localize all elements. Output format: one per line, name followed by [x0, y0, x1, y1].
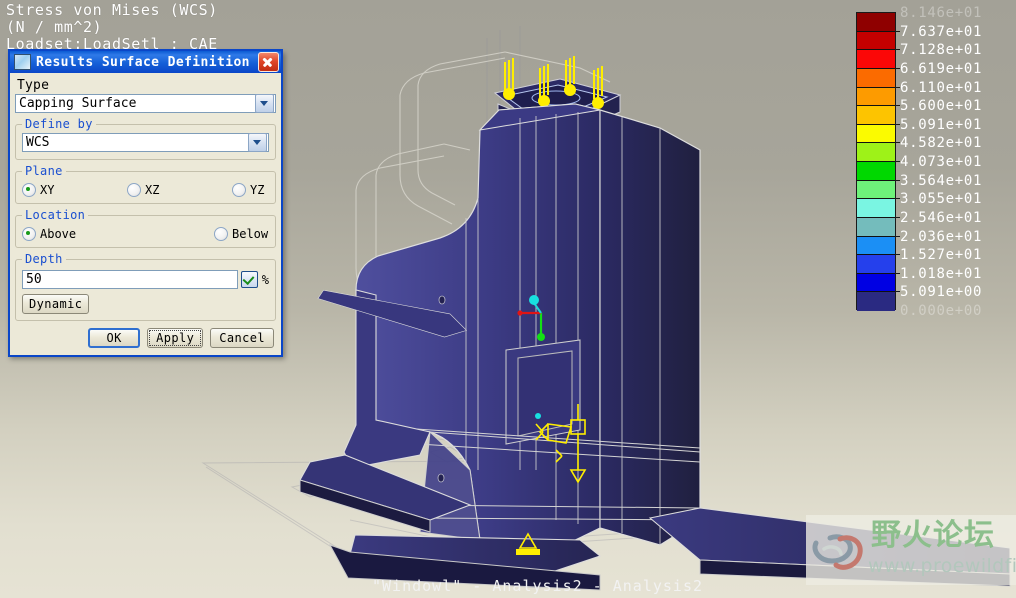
location-label: Location — [25, 208, 86, 222]
location-radio-row: Above Below — [22, 227, 269, 241]
legend-tick — [895, 216, 900, 218]
window-icon — [14, 54, 31, 70]
depth-label: Depth — [25, 252, 63, 266]
results-surface-definition-dialog[interactable]: Results Surface Definition Type Capping … — [8, 49, 283, 357]
legend-band — [857, 68, 895, 88]
legend-tick — [895, 235, 900, 237]
define-by-group: Define by WCS — [15, 117, 276, 160]
dynamic-button[interactable]: Dynamic — [22, 294, 90, 314]
radio-location-below[interactable]: Below — [214, 227, 268, 241]
type-combobox[interactable]: Capping Surface — [15, 94, 276, 113]
depth-group: Depth % Dynamic — [15, 252, 276, 321]
legend-tick — [895, 142, 900, 144]
define-by-value: WCS — [26, 135, 50, 150]
ok-button[interactable]: OK — [88, 328, 141, 348]
dialog-title: Results Surface Definition — [36, 54, 250, 70]
radio-icon — [127, 183, 141, 197]
chevron-down-icon[interactable] — [248, 133, 267, 152]
radio-plane-xz-label: XZ — [145, 183, 160, 197]
radio-plane-xy[interactable]: XY — [22, 183, 127, 197]
radio-plane-yz[interactable]: YZ — [232, 183, 264, 197]
legend-band — [857, 180, 895, 200]
define-by-label: Define by — [25, 117, 93, 131]
radio-icon — [22, 183, 36, 197]
legend-band — [857, 255, 895, 274]
radio-plane-yz-label: YZ — [250, 183, 265, 197]
define-by-combobox[interactable]: WCS — [22, 133, 269, 152]
legend-tick — [895, 49, 900, 51]
proe-results-window: Stress von Mises (WCS) (N / mm^2) Loadse… — [0, 0, 1016, 598]
plane-radio-row: XY XZ YZ — [22, 183, 269, 197]
type-value: Capping Surface — [19, 96, 137, 111]
depth-unit-label: % — [261, 272, 269, 287]
watermark-logo-icon — [812, 534, 863, 570]
close-icon[interactable] — [258, 52, 279, 72]
legend-tick — [895, 179, 900, 181]
legend-tick — [895, 30, 900, 32]
model-probe-point — [535, 413, 541, 419]
legend-band — [857, 162, 895, 181]
radio-location-below-label: Below — [232, 227, 269, 241]
dialog-body: Type Capping Surface Define by WCS Plane… — [10, 73, 281, 355]
legend-tick — [895, 86, 900, 88]
stress-color-legend — [856, 12, 896, 311]
radio-icon — [232, 183, 246, 197]
watermark-title: 野火论坛 — [871, 518, 995, 553]
cancel-button[interactable]: Cancel — [210, 328, 274, 348]
type-label: Type — [17, 78, 50, 93]
radio-plane-xy-label: XY — [40, 183, 55, 197]
legend-tick — [895, 291, 900, 293]
chevron-down-icon[interactable] — [255, 94, 274, 113]
legend-tick-marks — [895, 12, 901, 310]
plane-label: Plane — [25, 164, 63, 178]
legend-band — [857, 31, 895, 51]
legend-band — [857, 106, 895, 125]
legend-band — [857, 292, 895, 311]
legend-tick — [895, 272, 900, 274]
depth-row: % — [22, 270, 269, 289]
apply-button[interactable]: Apply — [147, 328, 204, 348]
dialog-button-row: OK Apply Cancel — [15, 328, 274, 348]
legend-band — [857, 143, 895, 162]
dialog-titlebar[interactable]: Results Surface Definition — [8, 49, 283, 73]
legend-tick — [895, 198, 900, 200]
depth-input[interactable] — [22, 270, 238, 289]
watermark-url: www.proewildfire.cn — [868, 555, 1016, 577]
radio-plane-xz[interactable]: XZ — [127, 183, 232, 197]
radio-location-above-label: Above — [40, 227, 77, 241]
legend-band — [857, 199, 895, 218]
legend-band — [857, 124, 895, 144]
legend-band — [857, 50, 895, 69]
radio-location-above[interactable]: Above — [22, 227, 214, 241]
location-group: Location Above Below — [15, 208, 276, 248]
radio-icon — [22, 227, 36, 241]
legend-band — [857, 87, 895, 107]
legend-band — [857, 13, 895, 32]
legend-tick — [895, 123, 900, 125]
legend-tick — [895, 105, 900, 107]
plane-group: Plane XY XZ YZ — [15, 164, 276, 204]
legend-tick — [895, 161, 900, 162]
check-icon[interactable] — [240, 271, 258, 288]
radio-icon — [214, 227, 228, 241]
legend-band — [857, 236, 895, 256]
legend-band — [857, 217, 895, 237]
legend-tick — [895, 254, 900, 256]
legend-tick — [895, 67, 900, 69]
legend-band — [857, 273, 895, 293]
forum-watermark: 野火论坛 www.proewildfire.cn — [806, 515, 1016, 585]
